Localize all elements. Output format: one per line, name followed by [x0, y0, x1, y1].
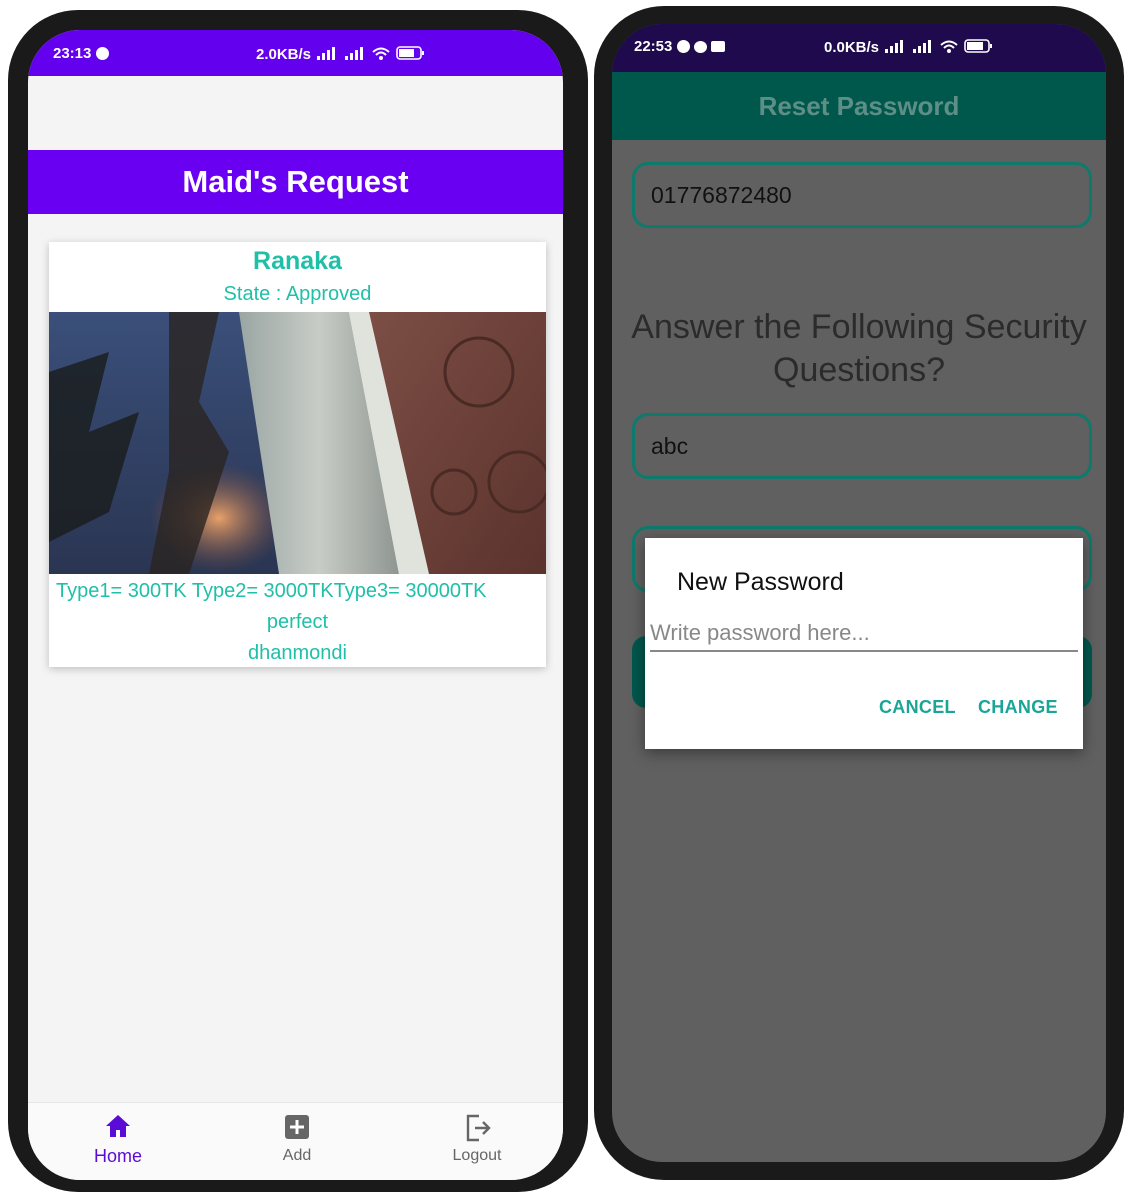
bottom-navigation: Home Add Logout — [28, 1102, 563, 1180]
messenger-notification-icon — [694, 41, 708, 53]
nav-add[interactable]: Add — [237, 1103, 357, 1180]
left-phone-screen: 23:13 2.0KB/s Maid's Request Ranaka Stat… — [28, 30, 563, 1180]
security-question-heading: Answer the Following Security Questions? — [631, 308, 1087, 389]
page-title: Maid's Request — [28, 150, 563, 214]
signal-wifi-battery-icon — [317, 46, 425, 60]
home-icon — [106, 1115, 130, 1137]
status-time-text: 23:13 — [53, 45, 92, 62]
facebook-notification-icon — [677, 40, 691, 53]
network-speed: 2.0KB/s — [256, 46, 312, 63]
request-card[interactable]: Ranaka State : Approved Type1= 300TK Typ… — [49, 242, 546, 667]
page-title: Reset Password — [612, 72, 1106, 140]
new-password-input[interactable] — [650, 616, 1078, 652]
nav-home[interactable]: Home — [58, 1103, 178, 1180]
request-state: State : Approved — [223, 283, 372, 305]
left-phone-frame: 23:13 2.0KB/s Maid's Request Ranaka Stat… — [8, 10, 588, 1192]
right-phone-frame: 22:53 0.0KB/s Reset Password 01776872480… — [594, 6, 1124, 1180]
status-time: 23:13 — [53, 45, 110, 62]
new-password-dialog: New Password CANCEL CHANGE — [645, 538, 1083, 749]
dialog-title: New Password — [677, 568, 844, 596]
nav-logout-label: Logout — [452, 1147, 502, 1164]
status-bar: 22:53 0.0KB/s — [612, 24, 1106, 72]
nav-home-label: Home — [93, 1146, 142, 1166]
maid-name: Ranaka — [253, 247, 342, 275]
status-network: 2.0KB/s — [256, 45, 425, 63]
message-notification-icon — [711, 41, 726, 52]
price-types: Type1= 300TK Type2= 3000TKType3= 30000TK — [56, 580, 487, 602]
status-time: 22:53 — [634, 38, 726, 55]
request-location: dhanmondi — [248, 642, 347, 664]
change-button[interactable]: CHANGE — [978, 697, 1058, 718]
status-time-text: 22:53 — [634, 38, 673, 55]
add-icon — [285, 1115, 309, 1139]
status-network: 0.0KB/s — [824, 38, 993, 56]
request-note: perfect — [266, 611, 329, 633]
cancel-button[interactable]: CANCEL — [879, 697, 956, 718]
network-speed: 0.0KB/s — [824, 39, 880, 56]
nav-add-label: Add — [282, 1147, 312, 1164]
maid-photo — [49, 312, 546, 574]
status-bar: 23:13 2.0KB/s — [28, 30, 563, 76]
signal-wifi-battery-icon — [885, 39, 993, 53]
facebook-notification-icon — [96, 47, 110, 60]
phone-number-field[interactable]: 01776872480 — [632, 162, 1092, 228]
nav-logout[interactable]: Logout — [417, 1103, 537, 1180]
right-phone-screen: 22:53 0.0KB/s Reset Password 01776872480… — [612, 24, 1106, 1162]
logout-icon — [466, 1114, 491, 1142]
security-answer-field[interactable]: abc — [632, 413, 1092, 479]
